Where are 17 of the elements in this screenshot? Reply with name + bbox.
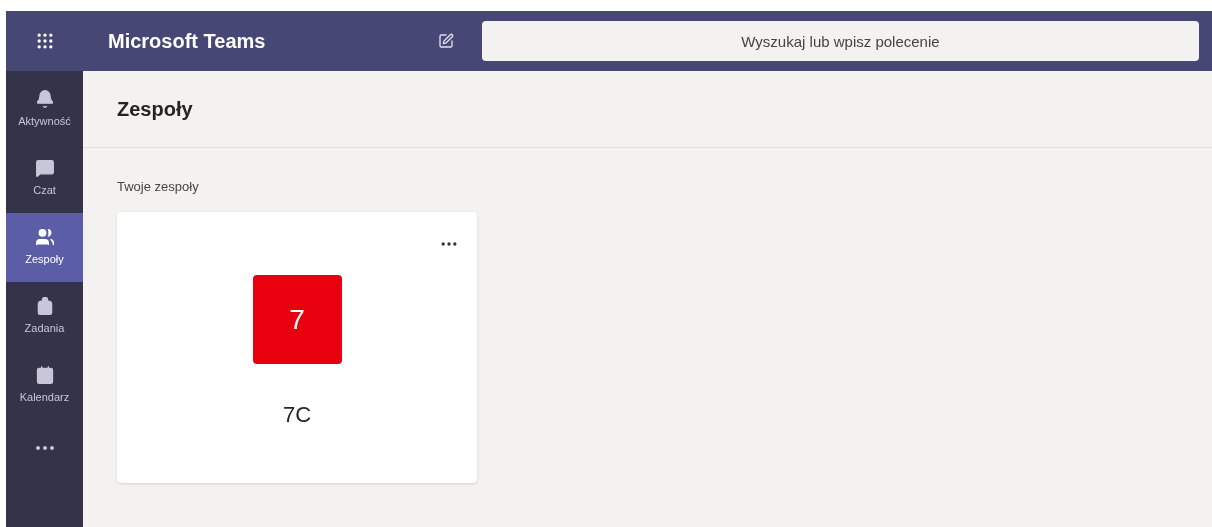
section-label: Twoje zespoły xyxy=(117,179,199,194)
rail-item[interactable]: Kalendarz xyxy=(6,351,83,420)
rail-item[interactable]: Zadania xyxy=(6,282,83,351)
team-card[interactable]: 7 7C xyxy=(117,212,477,483)
rail-item[interactable]: Zespoły xyxy=(6,213,83,282)
search-field[interactable]: Wyszukaj lub wpisz polecenie xyxy=(482,21,1199,61)
page-title: Zespoły xyxy=(117,97,193,122)
chat-icon xyxy=(34,158,55,179)
app-title: Microsoft Teams xyxy=(108,29,267,54)
rail-item[interactable]: Czat xyxy=(6,144,83,213)
people-icon xyxy=(34,227,55,248)
team-avatar: 7 xyxy=(252,275,342,364)
compose-icon[interactable] xyxy=(438,33,454,49)
bell-icon xyxy=(34,89,55,110)
rail-item[interactable]: Aktywność xyxy=(6,75,83,144)
calendar-icon xyxy=(34,365,55,386)
team-name: 7C xyxy=(282,401,312,429)
